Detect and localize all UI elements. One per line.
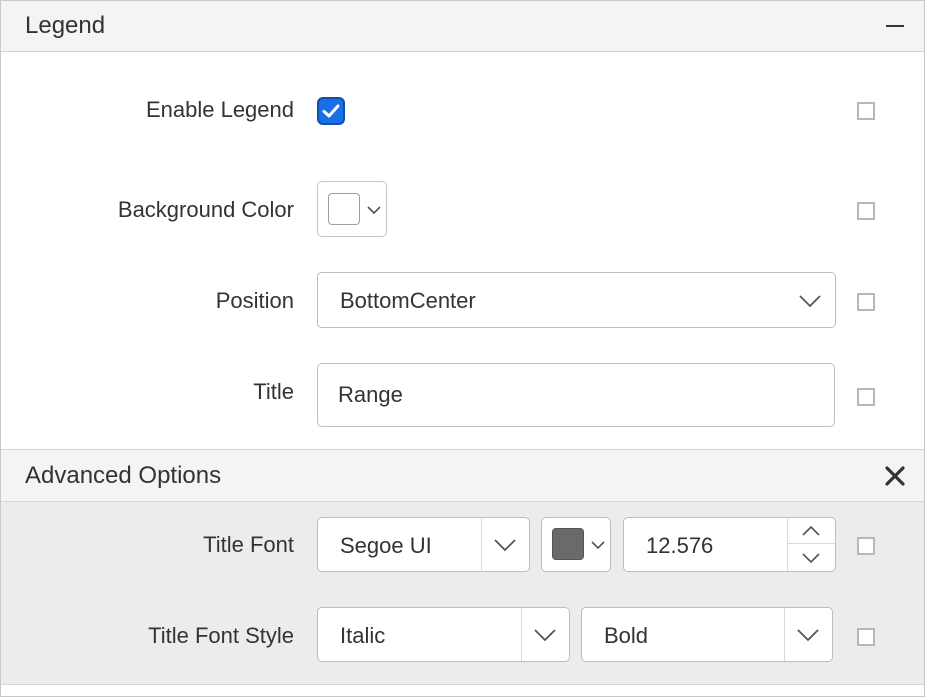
background-color-label: Background Color [117,197,294,222]
font-style-dropdown[interactable]: Italic [317,607,570,662]
position-value: BottomCenter [340,288,476,313]
title-font-size-value: 12.576 [646,533,714,558]
chevron-down-icon [367,206,381,215]
title-font-size-stepper[interactable]: 12.576 [623,517,836,572]
enable-legend-label: Enable Legend [145,97,294,122]
title-input[interactable] [317,363,835,427]
increment-button[interactable] [788,518,835,544]
background-color-side-checkbox[interactable] [857,202,875,220]
position-side-checkbox[interactable] [857,293,875,311]
chevron-up-icon [802,525,820,536]
chevron-down-icon [494,539,516,552]
title-font-label: Title Font [203,532,294,557]
font-style-value: Italic [340,623,386,648]
decrement-button[interactable] [788,545,835,571]
advanced-options-title: Advanced Options [25,462,222,489]
chevron-down-icon [799,295,821,308]
title-label: Title [253,379,294,404]
chevron-down-icon [802,553,820,564]
legend-panel-header[interactable]: Legend [1,1,924,52]
close-icon[interactable] [882,463,908,489]
font-weight-value: Bold [604,623,649,648]
title-font-color-swatch [552,528,584,560]
minus-icon[interactable] [886,25,904,27]
advanced-options-header[interactable]: Advanced Options [1,449,924,502]
position-dropdown[interactable]: BottomCenter [317,272,836,328]
title-font-style-label: Title Font Style [148,623,294,648]
checkmark-icon [322,104,340,118]
enable-legend-side-checkbox[interactable] [857,102,875,120]
enable-legend-checkbox[interactable] [317,97,345,125]
position-label: Position [215,288,294,313]
title-font-style-side-checkbox[interactable] [857,628,875,646]
title-font-side-checkbox[interactable] [857,537,875,555]
title-font-color-picker[interactable] [541,517,611,572]
properties-panel: Legend Enable Legend Background Color Po… [0,0,925,697]
chevron-down-icon [534,629,556,642]
legend-panel-title: Legend [25,12,106,39]
font-weight-dropdown[interactable]: Bold [581,607,833,662]
chevron-down-icon [797,629,819,642]
title-font-dropdown[interactable]: Segoe UI [317,517,530,572]
title-side-checkbox[interactable] [857,388,875,406]
background-color-picker[interactable] [317,181,387,237]
chevron-down-icon [591,541,605,550]
background-color-swatch [328,193,360,225]
title-font-value: Segoe UI [340,533,432,558]
